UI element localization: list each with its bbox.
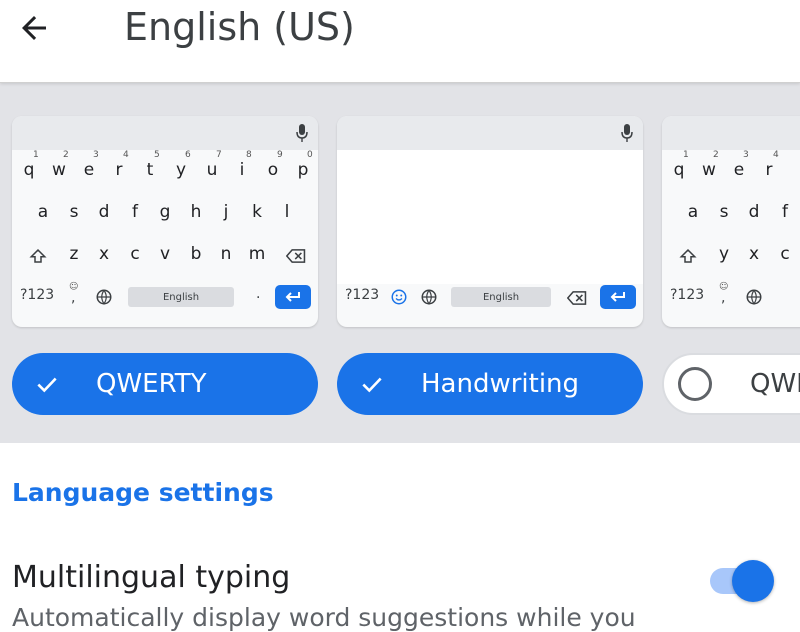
key-p: p	[297, 160, 309, 180]
enter-key	[600, 285, 636, 309]
key-hint: 3	[93, 150, 99, 160]
suggestion-bar	[337, 116, 643, 150]
spacebar: English	[128, 287, 234, 307]
emoji-icon	[391, 289, 407, 305]
qwerty-alt-layout-card[interactable]: q1w2e3r4 asdf yxc ?123 ☺ ,	[662, 116, 800, 327]
key-l: l	[284, 202, 290, 222]
key-b: b	[190, 244, 202, 264]
spacebar: English	[451, 287, 551, 307]
symbols-key: ?123	[345, 287, 380, 303]
key-a: a	[37, 202, 49, 222]
radio-unchecked-icon	[678, 367, 712, 401]
suggestion-bar	[662, 116, 800, 150]
qwerty-alt-chip[interactable]: QWI	[662, 353, 800, 415]
qwerty-layout-card[interactable]: q1 w2 e3 r4 t5 y6 u7 i8 o9 p0 asd f gh j k l zxcvbnm ?…	[12, 116, 318, 327]
key-e: e	[733, 160, 745, 180]
backspace-icon	[286, 249, 306, 263]
shift-icon	[29, 248, 47, 263]
key-m: m	[248, 244, 266, 264]
key-i: i	[239, 160, 245, 180]
key-n: n	[220, 244, 232, 264]
check-icon	[37, 377, 57, 393]
chip-label: QWERTY	[96, 369, 207, 399]
key-q: q	[673, 160, 685, 180]
symbols-key: ?123	[670, 287, 705, 303]
key-hint: 2	[63, 150, 69, 160]
key-c: c	[780, 244, 790, 264]
key-hint: 4	[123, 150, 129, 160]
comma-key: ,	[721, 290, 726, 306]
handwriting-chip[interactable]: Handwriting	[337, 353, 643, 415]
enter-icon	[285, 292, 300, 302]
key-f: f	[132, 202, 138, 222]
multilingual-toggle[interactable]	[708, 558, 774, 604]
key-hint: 7	[216, 150, 222, 160]
key-x: x	[98, 244, 110, 264]
key-hint: 3	[743, 150, 749, 160]
key-v: v	[159, 244, 171, 264]
key-g: g	[159, 202, 171, 222]
handwriting-area	[337, 150, 643, 284]
key-y: y	[175, 160, 187, 180]
key-r: r	[765, 160, 773, 180]
key-hint: 1	[683, 150, 689, 160]
globe-icon	[421, 289, 437, 305]
key-hint: 6	[185, 150, 191, 160]
key-hint: 8	[246, 150, 252, 160]
key-hint: 1	[33, 150, 39, 160]
key-q: q	[23, 160, 35, 180]
key-o: o	[267, 160, 279, 180]
chip-label: Handwriting	[421, 369, 580, 399]
layout-picker[interactable]: q1w2e3r4t5y6u7i8o9p0 asdfghjkl zxcvbnm ?…	[0, 83, 800, 443]
key-e: e	[83, 160, 95, 180]
key-t: t	[146, 160, 154, 180]
key-hint: 4	[773, 150, 779, 160]
mic-icon	[621, 124, 633, 142]
page-title: English (US)	[124, 5, 355, 49]
key-r: r	[115, 160, 123, 180]
key-f: f	[782, 202, 788, 222]
key-y: y	[718, 244, 730, 264]
period-key: .	[256, 286, 261, 302]
globe-icon	[96, 289, 112, 305]
key-j: j	[223, 202, 229, 222]
setting-title: Multilingual typing	[12, 560, 291, 595]
shift-icon	[679, 248, 697, 263]
enter-icon	[610, 292, 625, 302]
key-a: a	[687, 202, 699, 222]
key-s: s	[69, 202, 79, 222]
toggle-knob	[732, 560, 774, 602]
back-button[interactable]	[12, 8, 56, 48]
section-header: Language settings	[12, 478, 274, 507]
key-hint: 2	[713, 150, 719, 160]
app-bar: English (US)	[0, 0, 800, 83]
globe-icon	[746, 289, 762, 305]
arrow-left-icon	[22, 16, 46, 40]
backspace-icon	[567, 291, 587, 305]
key-d: d	[748, 202, 760, 222]
qwerty-chip[interactable]: QWERTY	[12, 353, 318, 415]
key-hint: 0	[307, 150, 313, 160]
key-w: w	[702, 160, 716, 180]
key-d: d	[98, 202, 110, 222]
key-u: u	[206, 160, 218, 180]
key-hint: 5	[154, 150, 160, 160]
handwriting-layout-card[interactable]: ?123 English	[337, 116, 643, 327]
key-c: c	[130, 244, 140, 264]
key-z: z	[69, 244, 79, 264]
enter-key	[275, 285, 311, 309]
key-h: h	[190, 202, 202, 222]
chip-label: QWI	[750, 369, 800, 399]
key-hint: 9	[277, 150, 283, 160]
check-icon	[362, 377, 382, 393]
key-w: w	[52, 160, 66, 180]
suggestion-bar	[12, 116, 318, 150]
key-k: k	[252, 202, 262, 222]
comma-key: ,	[71, 290, 76, 306]
mic-icon	[296, 124, 308, 142]
key-x: x	[748, 244, 760, 264]
symbols-key: ?123	[20, 287, 55, 303]
key-s: s	[719, 202, 729, 222]
